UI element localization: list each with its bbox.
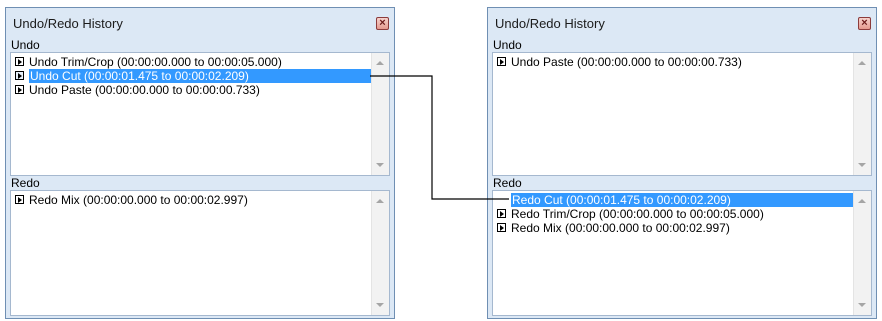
connector-line bbox=[370, 75, 509, 200]
